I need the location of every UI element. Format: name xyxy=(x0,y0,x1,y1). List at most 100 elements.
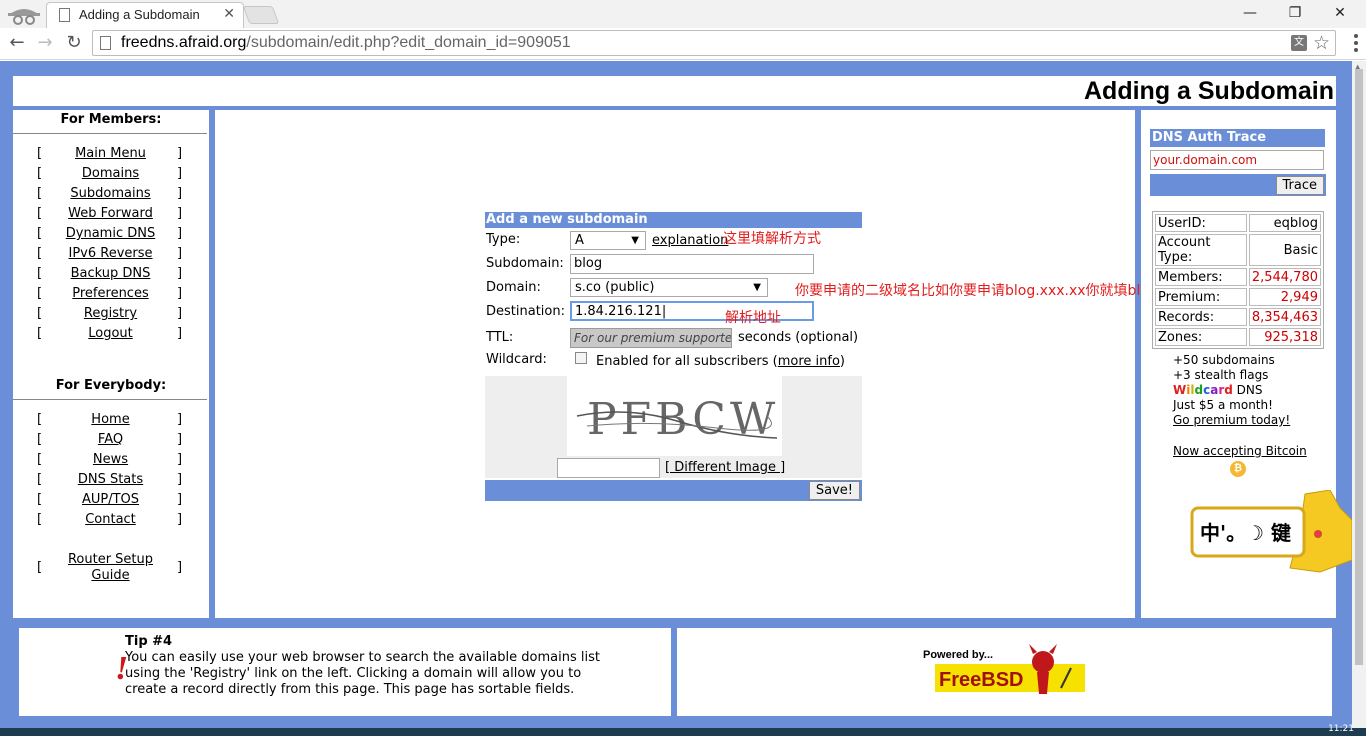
sidebar-link-ipv6-reverse[interactable]: IPv6 Reverse xyxy=(53,246,168,261)
different-image-link[interactable]: [ Different Image ] xyxy=(665,460,785,475)
tab-close-icon[interactable]: ✕ xyxy=(223,6,235,22)
powered-by-box: Powered by... FreeBSD xyxy=(677,628,1332,716)
maximize-button[interactable]: ❐ xyxy=(1273,3,1317,23)
stats-label: Records: xyxy=(1155,308,1247,326)
add-subdomain-form: Add a new subdomain Type: A ▼ explanation… xyxy=(485,212,862,501)
translate-icon[interactable]: 文 xyxy=(1291,35,1307,51)
sidebar-item-dns-stats[interactable]: [DNS Stats] xyxy=(13,472,209,492)
router-setup-link[interactable]: Router Setup Guide xyxy=(53,552,168,584)
sidebar-link-aup-tos[interactable]: AUP/TOS xyxy=(53,492,168,507)
ttl-row: TTL: For our premium supporters seconds … xyxy=(485,324,862,350)
bookmark-star-icon[interactable]: ☆ xyxy=(1313,32,1330,54)
sidebar-link-news[interactable]: News xyxy=(53,452,168,467)
back-arrow-icon[interactable]: ← xyxy=(6,32,28,54)
sidebar-item-news[interactable]: [News] xyxy=(13,452,209,472)
sidebar-item-router-setup-guide[interactable]: [ Router Setup Guide ] xyxy=(13,552,209,586)
destination-label: Destination: xyxy=(486,304,565,319)
go-premium-link[interactable]: Go premium today! xyxy=(1173,413,1290,427)
new-tab-button[interactable] xyxy=(242,6,280,24)
members-nav: [Main Menu][Domains][Subdomains][Web For… xyxy=(13,146,209,346)
stats-value: 8,354,463 xyxy=(1248,308,1321,326)
chevron-down-icon: ▼ xyxy=(631,235,639,246)
sidebar-link-preferences[interactable]: Preferences xyxy=(53,286,168,301)
sidebar-item-domains[interactable]: [Domains] xyxy=(13,166,209,186)
clock: 11:21 xyxy=(1328,724,1354,734)
url-text: freedns.afraid.org/subdomain/edit.php?ed… xyxy=(121,34,571,51)
sidebar-link-dynamic-dns[interactable]: Dynamic DNS xyxy=(53,226,168,241)
save-button[interactable]: Save! xyxy=(808,481,860,500)
trace-bar: Trace xyxy=(1150,174,1326,196)
sidebar-link-web-forward[interactable]: Web Forward xyxy=(53,206,168,221)
page-title: Adding a Subdomain xyxy=(1084,77,1334,105)
sidebar-link-domains[interactable]: Domains xyxy=(53,166,168,181)
stats-value: eqblog xyxy=(1248,214,1321,232)
address-bar[interactable]: freedns.afraid.org/subdomain/edit.php?ed… xyxy=(92,30,1336,56)
sidebar-item-aup-tos[interactable]: [AUP/TOS] xyxy=(13,492,209,512)
wildcard-label: Wildcard: xyxy=(486,352,547,367)
scrollbar-thumb[interactable] xyxy=(1355,69,1363,665)
form-footer: Save! xyxy=(485,480,862,501)
trace-domain-input[interactable]: your.domain.com xyxy=(1150,150,1324,170)
window-close-button[interactable]: ✕ xyxy=(1318,3,1362,23)
minimize-button[interactable]: — xyxy=(1228,3,1272,23)
captcha-input[interactable] xyxy=(557,458,660,478)
sidebar-item-main-menu[interactable]: [Main Menu] xyxy=(13,146,209,166)
subdomain-label: Subdomain: xyxy=(486,256,564,271)
sidebar-item-dynamic-dns[interactable]: [Dynamic DNS] xyxy=(13,226,209,246)
divider xyxy=(13,399,207,400)
sidebar-item-registry[interactable]: [Registry] xyxy=(13,306,209,326)
wildcard-text: Enabled for all subscribers (more info) xyxy=(596,354,845,369)
more-info-link[interactable]: more info xyxy=(778,354,840,369)
sidebar-link-home[interactable]: Home xyxy=(53,412,168,427)
browser-titlebar: Adding a Subdomain ✕ — ❐ ✕ xyxy=(0,0,1366,28)
sidebar-item-home[interactable]: [Home] xyxy=(13,412,209,432)
ttl-input-disabled: For our premium supporters xyxy=(570,328,732,348)
stats-row: Zones: 925,318 xyxy=(1155,328,1321,346)
sidebar-item-logout[interactable]: [Logout] xyxy=(13,326,209,346)
form-heading: Add a new subdomain xyxy=(485,212,862,228)
freebsd-logo: Powered by... FreeBSD xyxy=(923,644,1085,694)
sidebar-item-subdomains[interactable]: [Subdomains] xyxy=(13,186,209,206)
sidebar-link-subdomains[interactable]: Subdomains xyxy=(53,186,168,201)
explanation-link[interactable]: explanation xyxy=(652,233,728,248)
page-info-icon[interactable] xyxy=(100,36,111,50)
stats-label: UserID: xyxy=(1155,214,1247,232)
wildcard-checkbox[interactable] xyxy=(575,352,587,364)
stats-value: 2,544,780 xyxy=(1248,268,1321,286)
page-banner: Adding a Subdomain xyxy=(13,76,1336,106)
sidebar-item-backup-dns[interactable]: [Backup DNS] xyxy=(13,266,209,286)
stats-row: Members: 2,544,780 xyxy=(1155,268,1321,286)
stats-value: 2,949 xyxy=(1248,288,1321,306)
ime-toolbar[interactable]: 中'。☽ 键 xyxy=(1190,490,1352,574)
sidebar-link-contact[interactable]: Contact xyxy=(53,512,168,527)
sidebar-link-main-menu[interactable]: Main Menu xyxy=(53,146,168,161)
bitcoin-link[interactable]: Now accepting Bitcoin xyxy=(1173,444,1307,458)
sidebar-link-faq[interactable]: FAQ xyxy=(53,432,168,447)
sidebar-link-dns-stats[interactable]: DNS Stats xyxy=(53,472,168,487)
reload-icon[interactable]: ↻ xyxy=(63,32,85,54)
sidebar-item-preferences[interactable]: [Preferences] xyxy=(13,286,209,306)
type-select[interactable]: A ▼ xyxy=(570,231,646,250)
sidebar-link-registry[interactable]: Registry xyxy=(53,306,168,321)
svg-text:FreeBSD: FreeBSD xyxy=(939,669,1023,691)
members-heading: For Members: xyxy=(60,112,162,127)
sidebar-item-ipv6-reverse[interactable]: [IPv6 Reverse] xyxy=(13,246,209,266)
everybody-heading: For Everybody: xyxy=(55,378,167,393)
captcha-image: PFBCW xyxy=(567,376,782,456)
trace-button[interactable]: Trace xyxy=(1275,176,1324,195)
sidebar-link-backup-dns[interactable]: Backup DNS xyxy=(53,266,168,281)
sidebar-link-logout[interactable]: Logout xyxy=(53,326,168,341)
forward-arrow-icon[interactable]: → xyxy=(34,32,56,54)
sidebar-item-contact[interactable]: [Contact] xyxy=(13,512,209,532)
stats-value: Basic xyxy=(1248,234,1321,266)
browser-tab[interactable]: Adding a Subdomain ✕ xyxy=(46,2,244,28)
sidebar-item-faq[interactable]: [FAQ] xyxy=(13,432,209,452)
type-label: Type: xyxy=(486,232,521,247)
vertical-scrollbar[interactable]: ▲ xyxy=(1352,61,1366,736)
svg-text:中'。☽ 键: 中'。☽ 键 xyxy=(1200,521,1291,545)
subdomain-input[interactable]: blog xyxy=(570,254,814,274)
domain-select[interactable]: s.co (public) ▼ xyxy=(570,278,768,297)
sidebar-item-web-forward[interactable]: [Web Forward] xyxy=(13,206,209,226)
browser-menu-icon[interactable] xyxy=(1354,34,1358,52)
domain-label: Domain: xyxy=(486,280,541,295)
